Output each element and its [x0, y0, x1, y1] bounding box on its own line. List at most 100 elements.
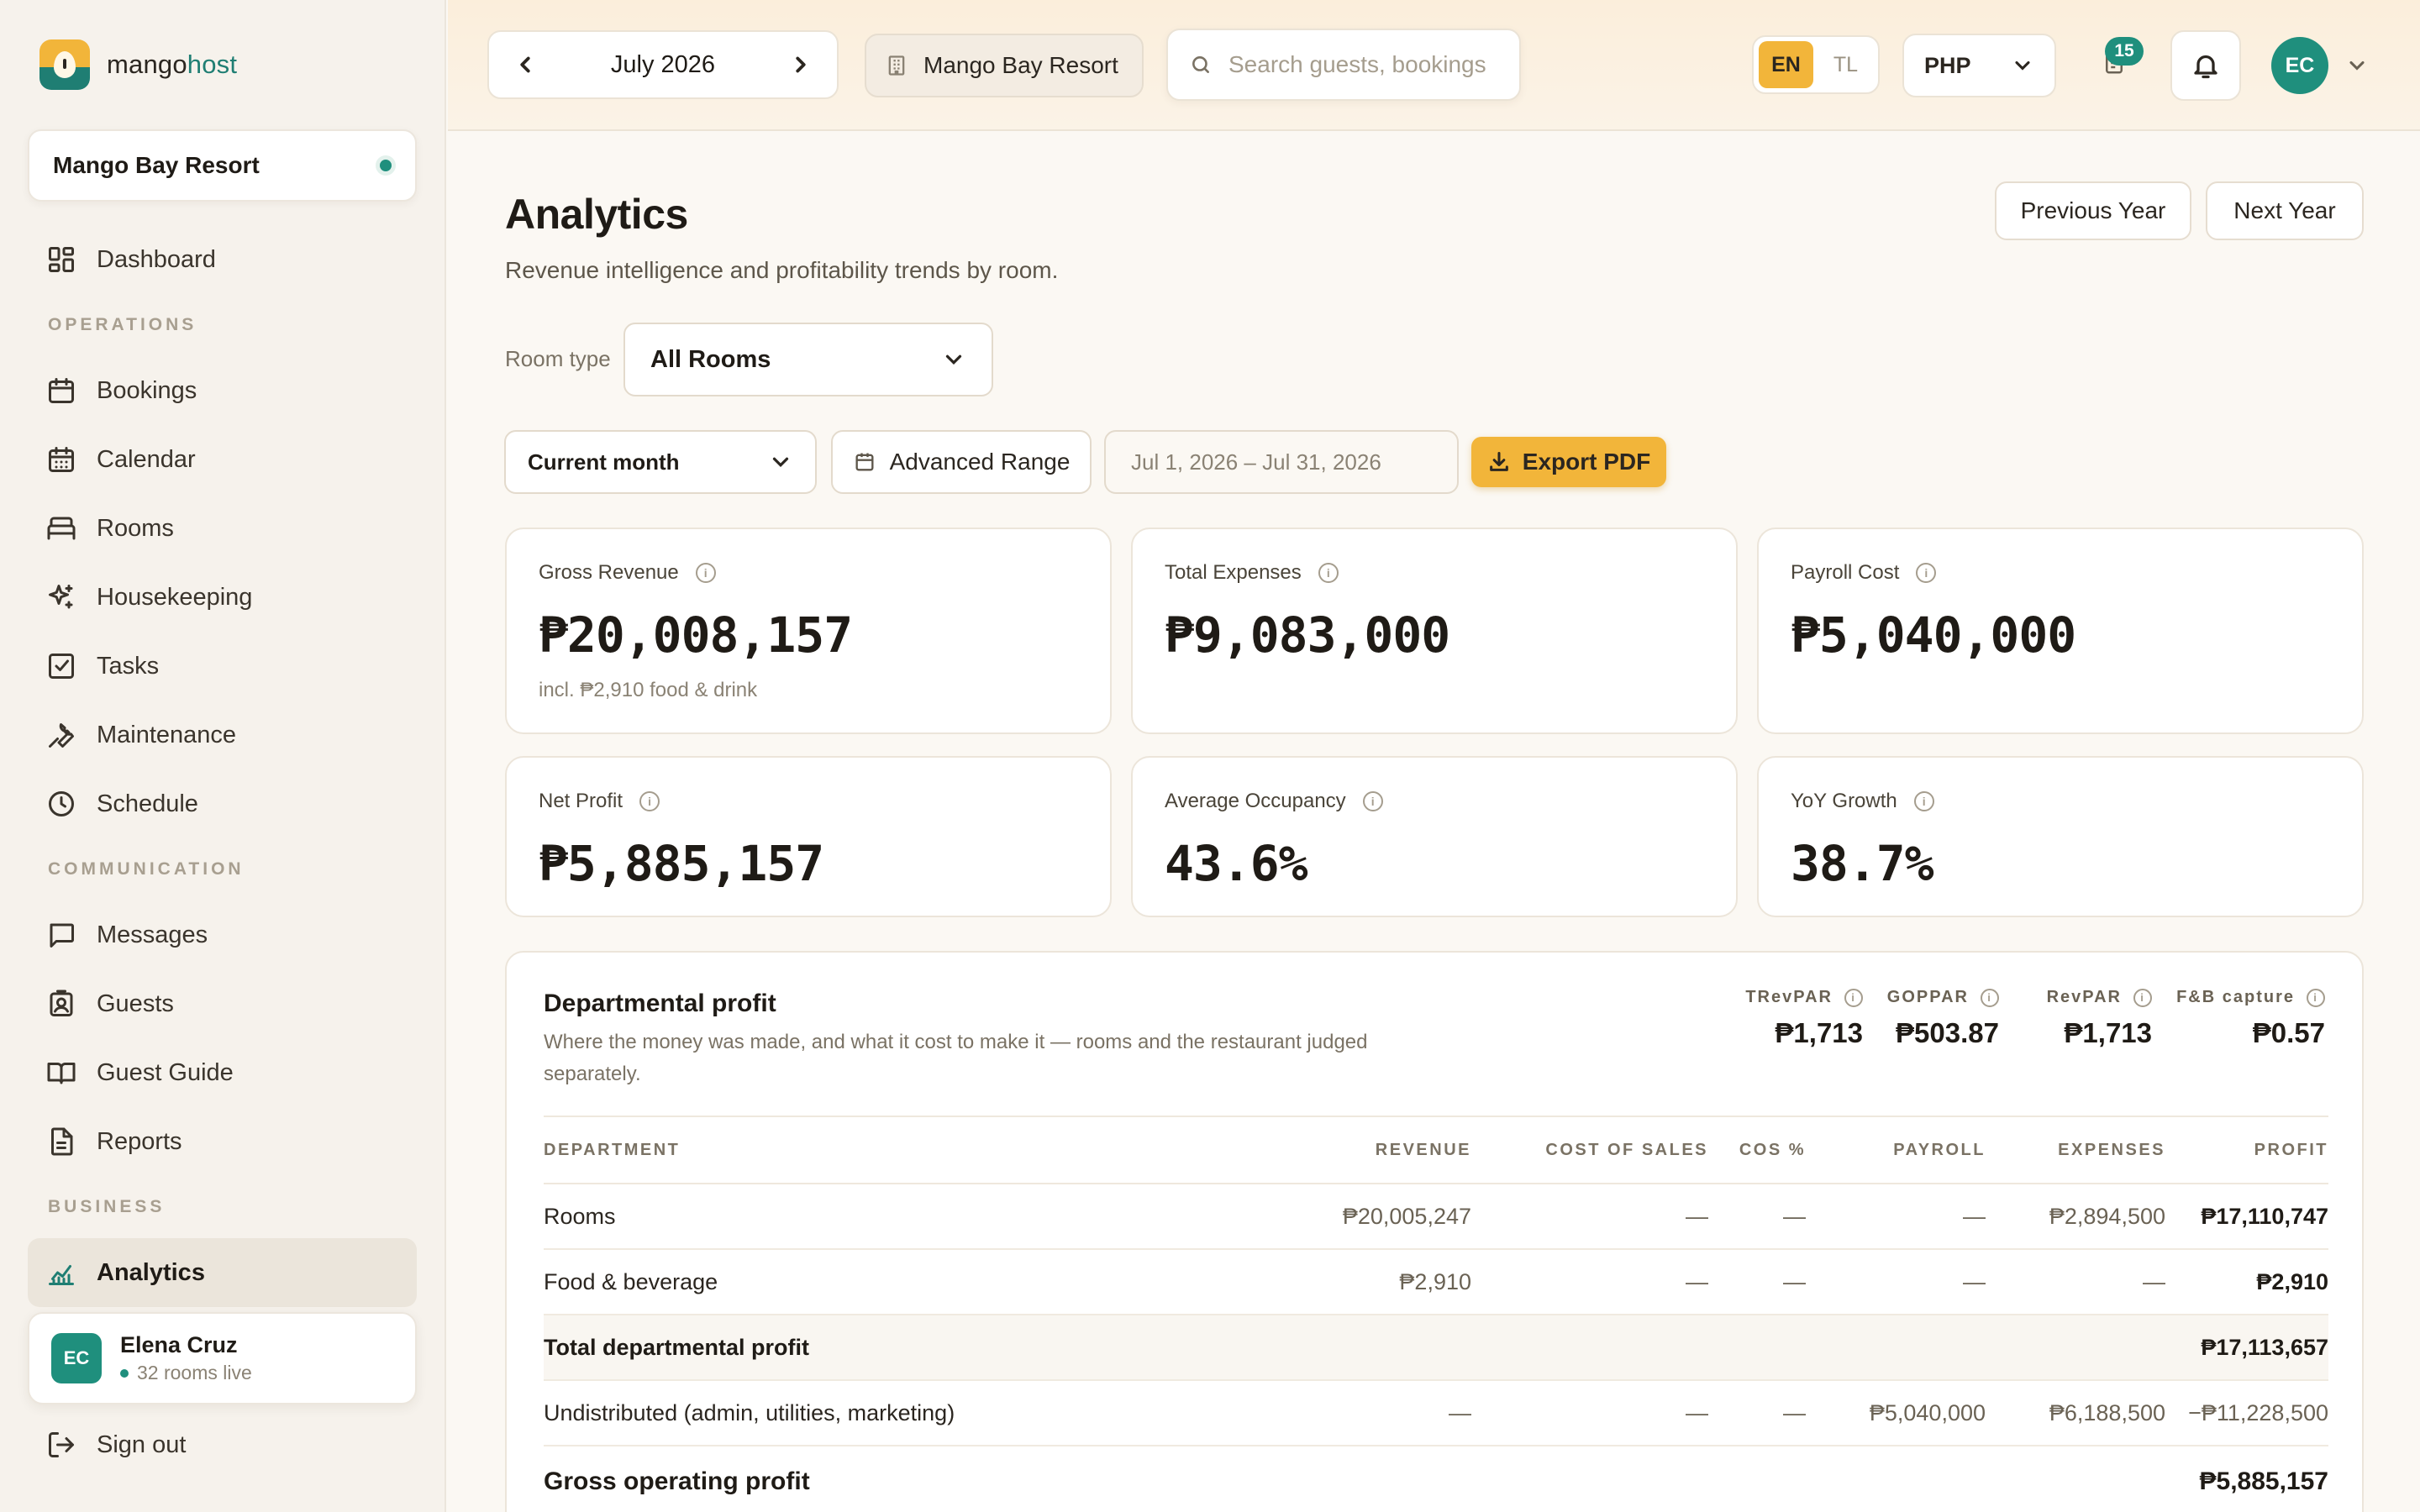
lang-tl-option[interactable]: TL [1818, 41, 1873, 88]
sidebar-item-schedule[interactable]: Schedule [28, 769, 417, 838]
chevron-right-icon[interactable] [788, 52, 813, 77]
column-header[interactable]: EXPENSES [1986, 1116, 2165, 1184]
checkbox-icon [49, 654, 74, 679]
chevron-left-icon[interactable] [513, 52, 538, 77]
info-icon[interactable]: i [1981, 988, 1999, 1007]
metric-label: RevPAR [2046, 988, 2122, 1006]
sidebar-item-rooms[interactable]: Rooms [28, 494, 417, 563]
info-icon[interactable]: i [1916, 563, 1937, 583]
sidebar-item-label: Guest Guide [97, 1058, 234, 1086]
info-icon[interactable]: i [1362, 791, 1383, 811]
grid-icon [49, 247, 74, 272]
logout-icon [49, 1432, 74, 1457]
currency-select[interactable]: PHP [1902, 34, 2056, 97]
lang-en-option[interactable]: EN [1759, 41, 1813, 88]
cell-payroll: — [1806, 1184, 1986, 1250]
advanced-range-button[interactable]: Advanced Range [831, 430, 1092, 494]
column-header[interactable]: COS % [1708, 1116, 1806, 1184]
cell-empty [1708, 1446, 1806, 1512]
metric-value: ₱0.57 [2252, 1017, 2325, 1048]
sidebar-item-tasks[interactable]: Tasks [28, 632, 417, 701]
date-range-field[interactable]: Jul 1, 2026 – Jul 31, 2026 [1104, 430, 1459, 494]
cell-empty [1471, 1446, 1708, 1512]
property-switcher[interactable]: Mango Bay Resort [28, 129, 417, 202]
export-pdf-button[interactable]: Export PDF [1471, 437, 1666, 487]
kpi-label: Net Profit i [539, 790, 660, 813]
sidebar-item-bookings[interactable]: Bookings [28, 356, 417, 425]
kpi-value: ₱5,040,000 [1791, 606, 2076, 664]
document-icon [51, 1127, 73, 1156]
search-icon [1192, 56, 1209, 73]
column-header[interactable]: REVENUE [1182, 1116, 1471, 1184]
kpi-label-text: Gross Revenue [539, 561, 679, 584]
info-icon[interactable]: i [639, 791, 660, 811]
user-card[interactable]: EC Elena Cruz 32 rooms live [28, 1312, 417, 1404]
calendar-icon [49, 378, 74, 403]
room-type-select[interactable]: All Rooms [623, 323, 993, 396]
info-icon[interactable]: i [1913, 791, 1934, 811]
chart-icon [49, 1265, 74, 1285]
kpi-label-text: Average Occupancy [1165, 790, 1346, 812]
sidebar-item-reports[interactable]: Reports [28, 1107, 417, 1176]
sidebar-item-messages[interactable]: Messages [28, 900, 417, 969]
total-row: Total departmental profit ₱17,113,657 [544, 1315, 2328, 1381]
table-row: Food & beverage ₱2,910 — — — — ₱2,910 [544, 1249, 2328, 1315]
previous-year-button[interactable]: Previous Year [1995, 181, 2191, 240]
column-header[interactable]: PAYROLL [1806, 1116, 1986, 1184]
kpi-value: ₱9,083,000 [1165, 606, 1450, 664]
property-name: Mango Bay Resort [53, 152, 260, 178]
sidebar-item-dashboard[interactable]: Dashboard [28, 225, 417, 294]
cell-empty [1986, 1446, 2165, 1512]
chevron-down-icon[interactable] [2345, 54, 2369, 77]
user-status-text: 32 rooms live [137, 1362, 252, 1383]
sidebar-item-analytics[interactable]: Analytics [28, 1238, 417, 1307]
brand[interactable]: mangohost [39, 39, 237, 90]
departmental-table: DEPARTMENT REVENUE COST OF SALES COS % P… [544, 1116, 2328, 1512]
bed-icon [47, 517, 76, 540]
cell-cost-of-sales: — [1471, 1380, 1708, 1446]
cell-expenses: ₱6,188,500 [1986, 1380, 2165, 1446]
notifications-button[interactable] [2170, 30, 2241, 101]
cell-cos-pct: — [1708, 1380, 1806, 1446]
sign-out-button[interactable]: Sign out [46, 1430, 186, 1460]
sidebar-item-guest-guide[interactable]: Guest Guide [28, 1038, 417, 1107]
table-row: Undistributed (admin, utilities, marketi… [544, 1380, 2328, 1446]
topbar: July 2026 Mango Bay Resort EN TL PHP 15 … [448, 0, 2420, 131]
main-content: Analytics Revenue intelligence and profi… [448, 131, 2420, 1512]
next-year-button[interactable]: Next Year [2206, 181, 2364, 240]
cell-expenses: — [1986, 1249, 2165, 1315]
kpi-net-profit: Net Profit i ₱5,885,157 [505, 756, 1112, 917]
kpi-value: ₱5,885,157 [539, 835, 824, 892]
info-icon[interactable]: i [695, 563, 716, 583]
column-header[interactable]: PROFIT [2165, 1116, 2328, 1184]
sign-out-label: Sign out [97, 1431, 187, 1458]
cell-empty [1182, 1315, 1471, 1381]
sidebar-item-calendar[interactable]: Calendar [28, 425, 417, 494]
info-icon[interactable]: i [1844, 988, 1863, 1007]
period-select[interactable]: Current month [504, 430, 817, 494]
sidebar-item-maintenance[interactable]: Maintenance [28, 701, 417, 769]
sidebar-item-label: Maintenance [97, 721, 237, 748]
kpi-value: 38.7% [1791, 835, 1934, 892]
column-header[interactable]: DEPARTMENT [544, 1116, 1182, 1184]
mango-logo-icon [39, 39, 90, 90]
user-avatar-button[interactable]: EC [2271, 37, 2328, 94]
column-header[interactable]: COST OF SALES [1471, 1116, 1708, 1184]
property-selector[interactable]: Mango Bay Resort [865, 34, 1144, 97]
nav-section-business: BUSINESS [48, 1197, 166, 1216]
cell-profit: ₱17,110,747 [2165, 1184, 2328, 1250]
sidebar-item-housekeeping[interactable]: Housekeeping [28, 563, 417, 632]
search-input[interactable] [1228, 51, 1497, 78]
table-row: Rooms ₱20,005,247 — — — ₱2,894,500 ₱17,1… [544, 1184, 2328, 1250]
cell-empty [1986, 1315, 2165, 1381]
live-dot [120, 1368, 129, 1378]
cell-empty [1806, 1315, 1986, 1381]
info-icon[interactable]: i [1318, 563, 1339, 583]
kpi-label: Gross Revenue i [539, 561, 716, 585]
sidebar-item-guests[interactable]: Guests [28, 969, 417, 1038]
info-icon[interactable]: i [2133, 988, 2152, 1007]
current-month: July 2026 [610, 50, 716, 78]
tasks-notifications[interactable]: 15 [2093, 37, 2144, 87]
property-selector-label: Mango Bay Resort [923, 52, 1118, 78]
info-icon[interactable]: i [2307, 988, 2325, 1007]
